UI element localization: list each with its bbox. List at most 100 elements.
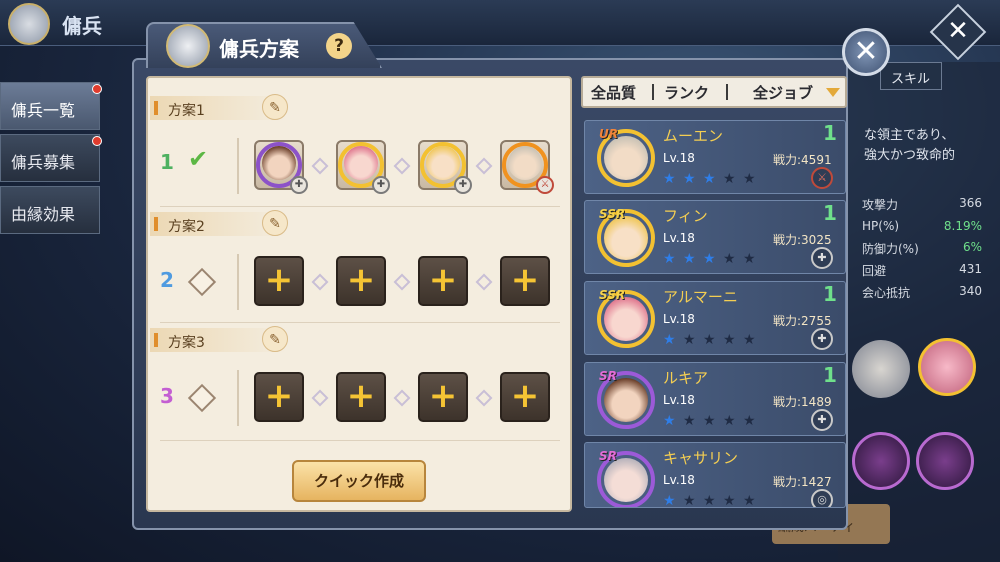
star-icon: ★ bbox=[743, 171, 756, 187]
close-button[interactable]: ✕ bbox=[842, 28, 890, 76]
class-icon: ✚ bbox=[454, 176, 472, 194]
background-hero-portrait[interactable] bbox=[852, 432, 910, 490]
star-icon: ★ bbox=[743, 493, 756, 508]
hero-portrait bbox=[604, 378, 648, 422]
stat-value: 8.19% bbox=[943, 219, 982, 233]
tab-mercenary-recruit[interactable]: 傭兵募集 bbox=[0, 134, 100, 182]
checkmark-icon[interactable]: ✔ bbox=[188, 145, 208, 173]
add-hero-slot[interactable]: + bbox=[336, 256, 386, 306]
hero-name: フィン bbox=[663, 207, 708, 225]
class-icon: ⚔ bbox=[536, 176, 554, 194]
background-description-line: 強大かつ致命的 bbox=[864, 148, 956, 163]
dialog-title: 傭兵方案 bbox=[219, 37, 299, 61]
hero-power: 戦力:3025 bbox=[773, 233, 832, 247]
add-hero-slot[interactable]: + bbox=[254, 372, 304, 422]
divider bbox=[160, 440, 560, 441]
hero-portrait bbox=[604, 136, 648, 180]
star-icon: ★ bbox=[723, 171, 736, 187]
star-icon: ★ bbox=[683, 332, 696, 348]
stat-value: 431 bbox=[959, 262, 982, 276]
add-hero-slot[interactable]: + bbox=[418, 256, 468, 306]
quality-filter[interactable]: 全品質 bbox=[591, 82, 636, 103]
star-icon: ★ bbox=[663, 493, 676, 508]
background-close-icon[interactable]: ✕ bbox=[938, 10, 978, 50]
star-icon: ★ bbox=[703, 413, 716, 429]
job-filter[interactable]: 全ジョブ bbox=[753, 82, 813, 103]
edit-pencil-icon[interactable]: ✎ bbox=[262, 94, 288, 120]
star-icon: ★ bbox=[683, 413, 696, 429]
add-hero-slot[interactable]: + bbox=[500, 256, 550, 306]
hero-portrait bbox=[604, 297, 648, 341]
tab-label: 由縁効果 bbox=[11, 205, 76, 224]
hero-card[interactable]: UR ムーエン Lv.18 戦力:4591 1 ★ ★ ★ ★ ★ ⚔ bbox=[584, 120, 846, 194]
filter-separator bbox=[652, 84, 654, 100]
hero-portrait bbox=[344, 146, 378, 180]
tab-skill[interactable]: スキル bbox=[880, 62, 942, 90]
quick-create-button[interactable]: クイック作成 bbox=[292, 460, 426, 502]
page-title: 傭兵 bbox=[62, 14, 102, 38]
tab-label: 傭兵一覧 bbox=[11, 101, 76, 120]
helmet-icon bbox=[166, 24, 210, 68]
divider bbox=[160, 206, 560, 207]
hero-name: ルキア bbox=[663, 369, 709, 387]
hero-level: Lv.18 bbox=[663, 393, 695, 407]
sword-icon[interactable] bbox=[916, 432, 974, 490]
hero-power: 戦力:4591 bbox=[773, 153, 832, 167]
hero-portrait bbox=[604, 216, 648, 260]
class-icon: ✚ bbox=[290, 176, 308, 194]
star-icon: ★ bbox=[683, 251, 696, 267]
background-hero-portrait[interactable] bbox=[918, 338, 976, 396]
background-description-line: な領主であり、 bbox=[864, 128, 955, 143]
star-icon: ★ bbox=[723, 332, 736, 348]
star-icon: ★ bbox=[703, 171, 716, 187]
hero-card[interactable]: SSR フィン Lv.18 戦力:3025 1 ★ ★ ★ ★ ★ ✚ bbox=[584, 200, 846, 274]
class-icon: ✚ bbox=[811, 409, 833, 431]
hero-portrait bbox=[262, 146, 296, 180]
class-icon: ✚ bbox=[811, 328, 833, 350]
star-icon: ★ bbox=[723, 493, 736, 508]
hero-card[interactable]: SR キャサリン Lv.18 戦力:1427 ★ ★ ★ ★ ★ ◎ bbox=[584, 442, 846, 508]
hero-name: ムーエン bbox=[663, 127, 724, 145]
class-icon: ◎ bbox=[811, 489, 833, 507]
hero-power: 戦力:1489 bbox=[773, 395, 832, 409]
class-icon: ✚ bbox=[372, 176, 390, 194]
hero-card[interactable]: SSR アルマーニ Lv.18 戦力:2755 1 ★ ★ ★ ★ ★ ✚ bbox=[584, 281, 846, 355]
hero-count: 1 bbox=[823, 121, 837, 145]
hero-count: 1 bbox=[823, 201, 837, 225]
hero-name: アルマーニ bbox=[663, 288, 738, 306]
divider bbox=[237, 138, 239, 194]
edit-pencil-icon[interactable]: ✎ bbox=[262, 210, 288, 236]
dropdown-arrow-icon[interactable] bbox=[826, 88, 840, 97]
divider bbox=[160, 322, 560, 323]
hero-portrait bbox=[426, 146, 460, 180]
rarity-badge: UR bbox=[599, 127, 618, 141]
add-hero-slot[interactable]: + bbox=[500, 372, 550, 422]
add-hero-slot[interactable]: + bbox=[254, 256, 304, 306]
hero-card[interactable]: SR ルキア Lv.18 戦力:1489 1 ★ ★ ★ ★ ★ ✚ bbox=[584, 362, 846, 436]
add-hero-slot[interactable]: + bbox=[336, 372, 386, 422]
background-hero-portrait[interactable] bbox=[852, 340, 910, 398]
star-icon: ★ bbox=[663, 171, 676, 187]
hero-power: 戦力:2755 bbox=[773, 314, 832, 328]
preset-hero-slot[interactable]: ✚ bbox=[336, 140, 390, 194]
edit-pencil-icon[interactable]: ✎ bbox=[262, 326, 288, 352]
preset-hero-slot[interactable]: ✚ bbox=[254, 140, 308, 194]
hero-power: 戦力:1427 bbox=[773, 475, 832, 489]
hero-level: Lv.18 bbox=[663, 151, 695, 165]
rarity-badge: SSR bbox=[599, 207, 626, 221]
divider bbox=[237, 254, 239, 310]
star-icon: ★ bbox=[683, 493, 696, 508]
help-icon[interactable]: ? bbox=[326, 33, 352, 59]
preset-hero-slot[interactable]: ⚔ bbox=[500, 140, 554, 194]
tab-bond-effect[interactable]: 由縁効果 bbox=[0, 186, 100, 234]
class-icon: ⚔ bbox=[811, 167, 833, 189]
hero-count: 1 bbox=[823, 282, 837, 306]
add-hero-slot[interactable]: + bbox=[418, 372, 468, 422]
tab-mercenary-list[interactable]: 傭兵一覧 bbox=[0, 82, 100, 130]
rank-filter[interactable]: ランク bbox=[664, 82, 709, 103]
preset-header-bar bbox=[154, 101, 158, 115]
filter-separator bbox=[726, 84, 728, 100]
class-icon: ✚ bbox=[811, 247, 833, 269]
stat-value: 340 bbox=[959, 284, 982, 298]
preset-hero-slot[interactable]: ✚ bbox=[418, 140, 472, 194]
